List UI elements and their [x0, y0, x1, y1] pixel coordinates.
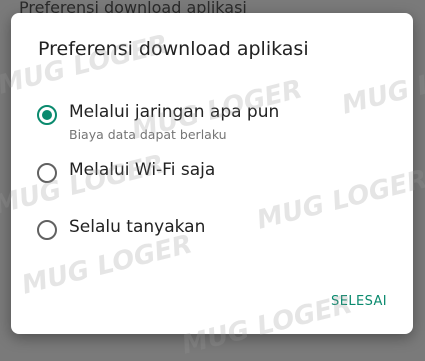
option-sublabel: Biaya data dapat berlaku [69, 127, 227, 142]
dialog-title: Preferensi download aplikasi [38, 38, 309, 60]
done-button[interactable]: SELESAI [331, 294, 387, 309]
option-label: Melalui Wi-Fi saja [69, 160, 216, 180]
radio-unchecked-icon[interactable] [37, 163, 57, 183]
option-label: Melalui jaringan apa pun [69, 102, 280, 122]
download-preference-dialog: Preferensi download aplikasi Melalui jar… [11, 13, 413, 334]
option-label: Selalu tanyakan [69, 217, 206, 237]
radio-checked-icon[interactable] [37, 105, 57, 125]
radio-unchecked-icon[interactable] [37, 220, 57, 240]
option-any-network[interactable]: Melalui jaringan apa pun Biaya data dapa… [37, 102, 397, 145]
option-always-ask[interactable]: Selalu tanyakan [37, 217, 397, 260]
option-wifi-only[interactable]: Melalui Wi-Fi saja [37, 160, 397, 203]
